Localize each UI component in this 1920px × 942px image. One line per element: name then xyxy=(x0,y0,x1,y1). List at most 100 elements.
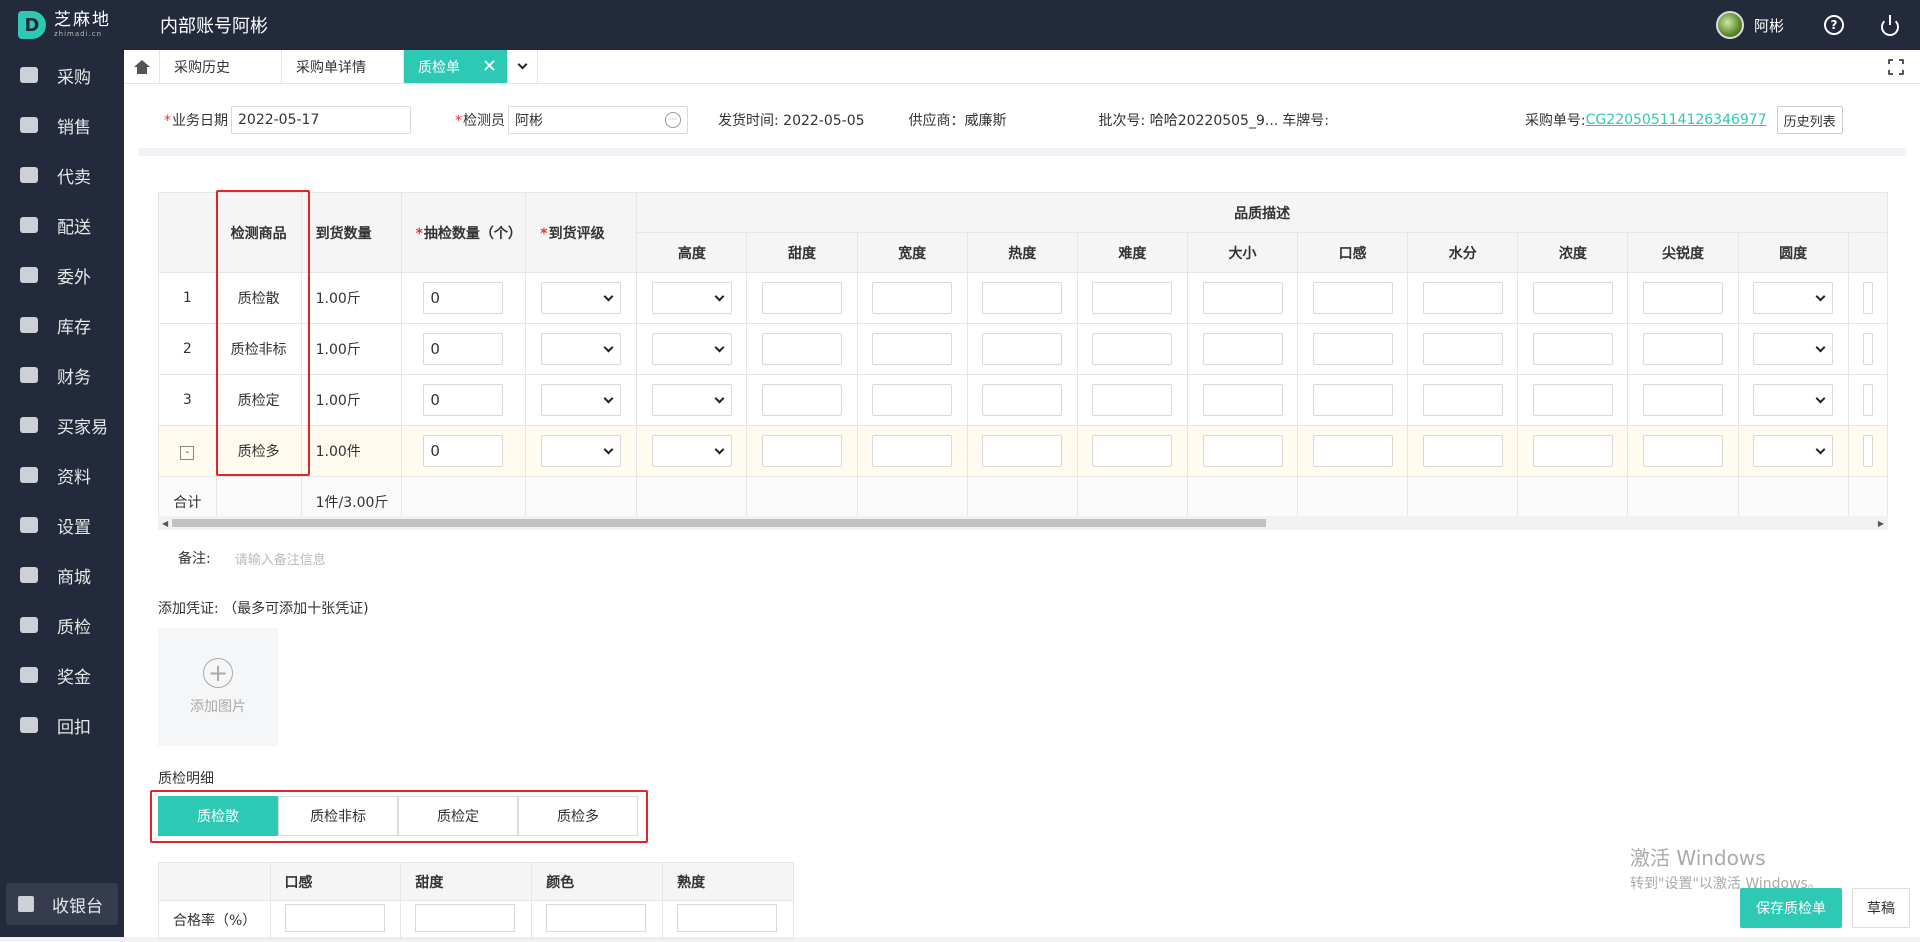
quality-input[interactable] xyxy=(762,282,843,314)
quality-input[interactable] xyxy=(1092,333,1173,365)
quality-input[interactable] xyxy=(872,384,953,416)
fullscreen-icon[interactable] xyxy=(1887,58,1905,76)
date-input[interactable]: 2022-05-17 xyxy=(231,106,411,134)
quality-input[interactable] xyxy=(1422,282,1503,314)
quality-input[interactable] xyxy=(762,333,843,365)
sample-qty-input[interactable]: 0 xyxy=(423,282,504,314)
quality-input[interactable] xyxy=(1862,384,1873,416)
pass-rate-input[interactable] xyxy=(677,903,778,932)
save-inspection-button[interactable]: 保存质检单 xyxy=(1740,888,1842,928)
quality-input[interactable] xyxy=(762,384,843,416)
sidebar-item-6[interactable]: 财务 xyxy=(0,350,124,400)
remark-input[interactable]: 请输入备注信息 xyxy=(235,549,326,568)
quality-input[interactable] xyxy=(1532,282,1613,314)
quality-input[interactable] xyxy=(1643,282,1724,314)
grade-select[interactable] xyxy=(651,333,732,365)
pass-rate-input[interactable] xyxy=(546,903,647,932)
grade-select[interactable] xyxy=(1753,435,1834,467)
quality-input[interactable] xyxy=(1532,384,1613,416)
quality-input[interactable] xyxy=(1532,333,1613,365)
quality-input[interactable] xyxy=(982,333,1063,365)
sample-qty-input[interactable]: 0 xyxy=(423,384,504,416)
sidebar-item-12[interactable]: 奖金 xyxy=(0,650,124,700)
sidebar-item-5[interactable]: 库存 xyxy=(0,300,124,350)
sidebar-item-7[interactable]: 买家易 xyxy=(0,400,124,450)
pass-rate-input[interactable] xyxy=(284,903,385,932)
username[interactable]: 阿彬 xyxy=(1754,15,1784,36)
quality-input[interactable] xyxy=(1643,333,1724,365)
draft-button[interactable]: 草稿 xyxy=(1852,888,1910,928)
detail-tab-2[interactable]: 质检定 xyxy=(398,796,518,836)
horizontal-scrollbar[interactable]: ◀ ▶ xyxy=(158,516,1888,530)
quality-input[interactable] xyxy=(1202,384,1283,416)
quality-input[interactable] xyxy=(872,282,953,314)
quality-input[interactable] xyxy=(1862,435,1873,467)
grade-select[interactable] xyxy=(541,282,622,314)
order-link[interactable]: CG220505114126346977 xyxy=(1586,112,1767,128)
quality-input[interactable] xyxy=(1862,282,1873,314)
grade-select[interactable] xyxy=(651,384,732,416)
quality-input[interactable] xyxy=(872,333,953,365)
detail-tab-0[interactable]: 质检散 xyxy=(158,796,278,836)
quality-input[interactable] xyxy=(1422,384,1503,416)
sidebar-item-10[interactable]: 商城 xyxy=(0,550,124,600)
quality-input[interactable] xyxy=(1202,333,1283,365)
sidebar-item-9[interactable]: 设置 xyxy=(0,500,124,550)
grade-select[interactable] xyxy=(1753,384,1834,416)
quality-input[interactable] xyxy=(982,384,1063,416)
quality-input[interactable] xyxy=(982,282,1063,314)
scrollbar-thumb[interactable] xyxy=(172,519,1266,527)
quality-input[interactable] xyxy=(1312,333,1393,365)
grade-select[interactable] xyxy=(651,282,732,314)
quality-input[interactable] xyxy=(1643,435,1724,467)
scroll-right-icon[interactable]: ▶ xyxy=(1878,519,1884,528)
tab-home[interactable] xyxy=(124,50,160,83)
tab-quality-inspection[interactable]: 质检单 ✕ xyxy=(404,50,508,83)
sidebar-item-1[interactable]: 销售 xyxy=(0,100,124,150)
detail-tab-1[interactable]: 质检非标 xyxy=(278,796,398,836)
quality-input[interactable] xyxy=(1092,282,1173,314)
quality-input[interactable] xyxy=(1092,384,1173,416)
inspector-input[interactable]: 阿彬 ··· xyxy=(508,106,688,134)
add-image-button[interactable]: + 添加图片 xyxy=(158,628,278,746)
grade-select[interactable] xyxy=(1753,333,1834,365)
grade-select[interactable] xyxy=(541,333,622,365)
grade-select[interactable] xyxy=(1753,282,1834,314)
sidebar-item-11[interactable]: 质检 xyxy=(0,600,124,650)
grade-select[interactable] xyxy=(541,384,622,416)
quality-input[interactable] xyxy=(1532,435,1613,467)
sample-qty-input[interactable]: 0 xyxy=(423,333,504,365)
close-icon[interactable]: ✕ xyxy=(482,56,497,77)
quality-input[interactable] xyxy=(1092,435,1173,467)
quality-input[interactable] xyxy=(1643,384,1724,416)
sample-qty-input[interactable]: 0 xyxy=(423,435,504,467)
quality-input[interactable] xyxy=(872,435,953,467)
logo[interactable]: D 芝麻地 zhimadi.cn xyxy=(0,0,124,50)
tab-more-button[interactable] xyxy=(508,50,538,83)
help-icon[interactable]: ? xyxy=(1824,15,1844,35)
quality-input[interactable] xyxy=(1312,282,1393,314)
collapse-icon[interactable]: - xyxy=(180,445,195,460)
detail-tab-3[interactable]: 质检多 xyxy=(518,796,638,836)
sidebar-item-3[interactable]: 配送 xyxy=(0,200,124,250)
sidebar-item-2[interactable]: 代卖 xyxy=(0,150,124,200)
pass-rate-input[interactable] xyxy=(415,903,516,932)
power-icon[interactable] xyxy=(1880,15,1900,36)
quality-input[interactable] xyxy=(1422,435,1503,467)
quality-input[interactable] xyxy=(1312,435,1393,467)
scroll-left-icon[interactable]: ◀ xyxy=(162,519,168,528)
avatar[interactable] xyxy=(1715,11,1744,39)
sidebar-item-0[interactable]: 采购 xyxy=(0,50,124,100)
grade-select[interactable] xyxy=(541,435,622,467)
quality-input[interactable] xyxy=(1312,384,1393,416)
quality-input[interactable] xyxy=(1862,333,1873,365)
sidebar-item-8[interactable]: 资料 xyxy=(0,450,124,500)
more-dots-icon[interactable]: ··· xyxy=(665,112,681,128)
quality-input[interactable] xyxy=(1422,333,1503,365)
sidebar-item-cashier[interactable]: 收银台 xyxy=(6,883,118,925)
quality-input[interactable] xyxy=(762,435,843,467)
sidebar-item-13[interactable]: 回扣 xyxy=(0,700,124,750)
quality-input[interactable] xyxy=(1202,282,1283,314)
quality-input[interactable] xyxy=(982,435,1063,467)
grade-select[interactable] xyxy=(651,435,732,467)
